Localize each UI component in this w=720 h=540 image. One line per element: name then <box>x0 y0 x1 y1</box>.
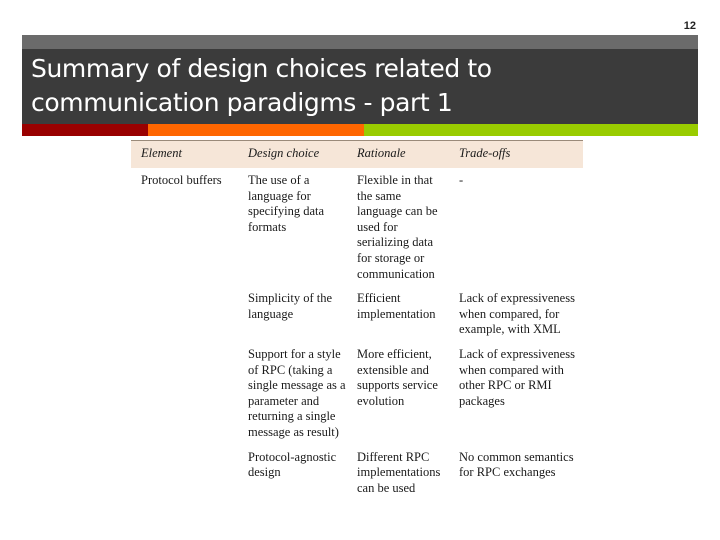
cell-design-choice: The use of a language for specifying dat… <box>248 173 325 234</box>
column-header-design-choice: Design choice <box>248 146 320 160</box>
cell-design-choice: Support for a style of RPC (taking a sin… <box>248 346 346 439</box>
title-band-top-strip <box>22 35 698 49</box>
slide-title-line-1: Summary of design choices related to <box>31 54 492 83</box>
accent-color-strip <box>22 124 698 136</box>
cell-trade-offs: No common semantics for RPC exchanges <box>459 449 574 480</box>
title-band: Summary of design choices related to com… <box>22 35 698 136</box>
slide-title-line-2: communication paradigms - part 1 <box>31 88 453 117</box>
table-row: Protocol buffers The use of a language f… <box>131 168 583 288</box>
cell-rationale: Different RPC implementations can be use… <box>357 449 441 495</box>
slide-title: Summary of design choices related to com… <box>31 52 688 120</box>
cell-trade-offs: Lack of expressiveness when compared, fo… <box>459 291 575 337</box>
title-band-main: Summary of design choices related to com… <box>22 49 698 125</box>
cell-rationale: Efficient implementation <box>357 291 436 321</box>
cell-design-choice: Protocol-agnostic design <box>248 449 337 480</box>
cell-trade-offs: Lack of expressiveness when compared wit… <box>459 346 575 408</box>
design-choices-table: Element Design choice Rationale Trade-of… <box>131 140 583 499</box>
cell-element <box>131 288 238 344</box>
cell-design-choice: Simplicity of the language <box>248 291 333 321</box>
column-header-element: Element <box>141 146 182 160</box>
cell-trade-offs: - <box>459 173 464 187</box>
page-number: 12 <box>683 20 696 32</box>
cell-element <box>131 344 238 447</box>
cell-element <box>131 447 238 500</box>
table-header-row: Element Design choice Rationale Trade-of… <box>131 140 583 168</box>
accent-segment-orange <box>148 124 364 136</box>
table-row: Protocol-agnostic design Different RPC i… <box>131 447 583 500</box>
column-header-rationale: Rationale <box>357 146 406 160</box>
cell-rationale: More efficient, extensible and supports … <box>357 346 438 408</box>
table-row: Support for a style of RPC (taking a sin… <box>131 344 583 447</box>
accent-segment-green <box>364 124 698 136</box>
cell-element: Protocol buffers <box>141 173 222 187</box>
cell-rationale: Flexible in that the same language can b… <box>357 173 438 281</box>
design-choices-table-container: Element Design choice Rationale Trade-of… <box>131 140 583 499</box>
column-header-trade-offs: Trade-offs <box>459 146 511 160</box>
accent-segment-red <box>22 124 148 136</box>
table-row: Simplicity of the language Efficient imp… <box>131 288 583 344</box>
